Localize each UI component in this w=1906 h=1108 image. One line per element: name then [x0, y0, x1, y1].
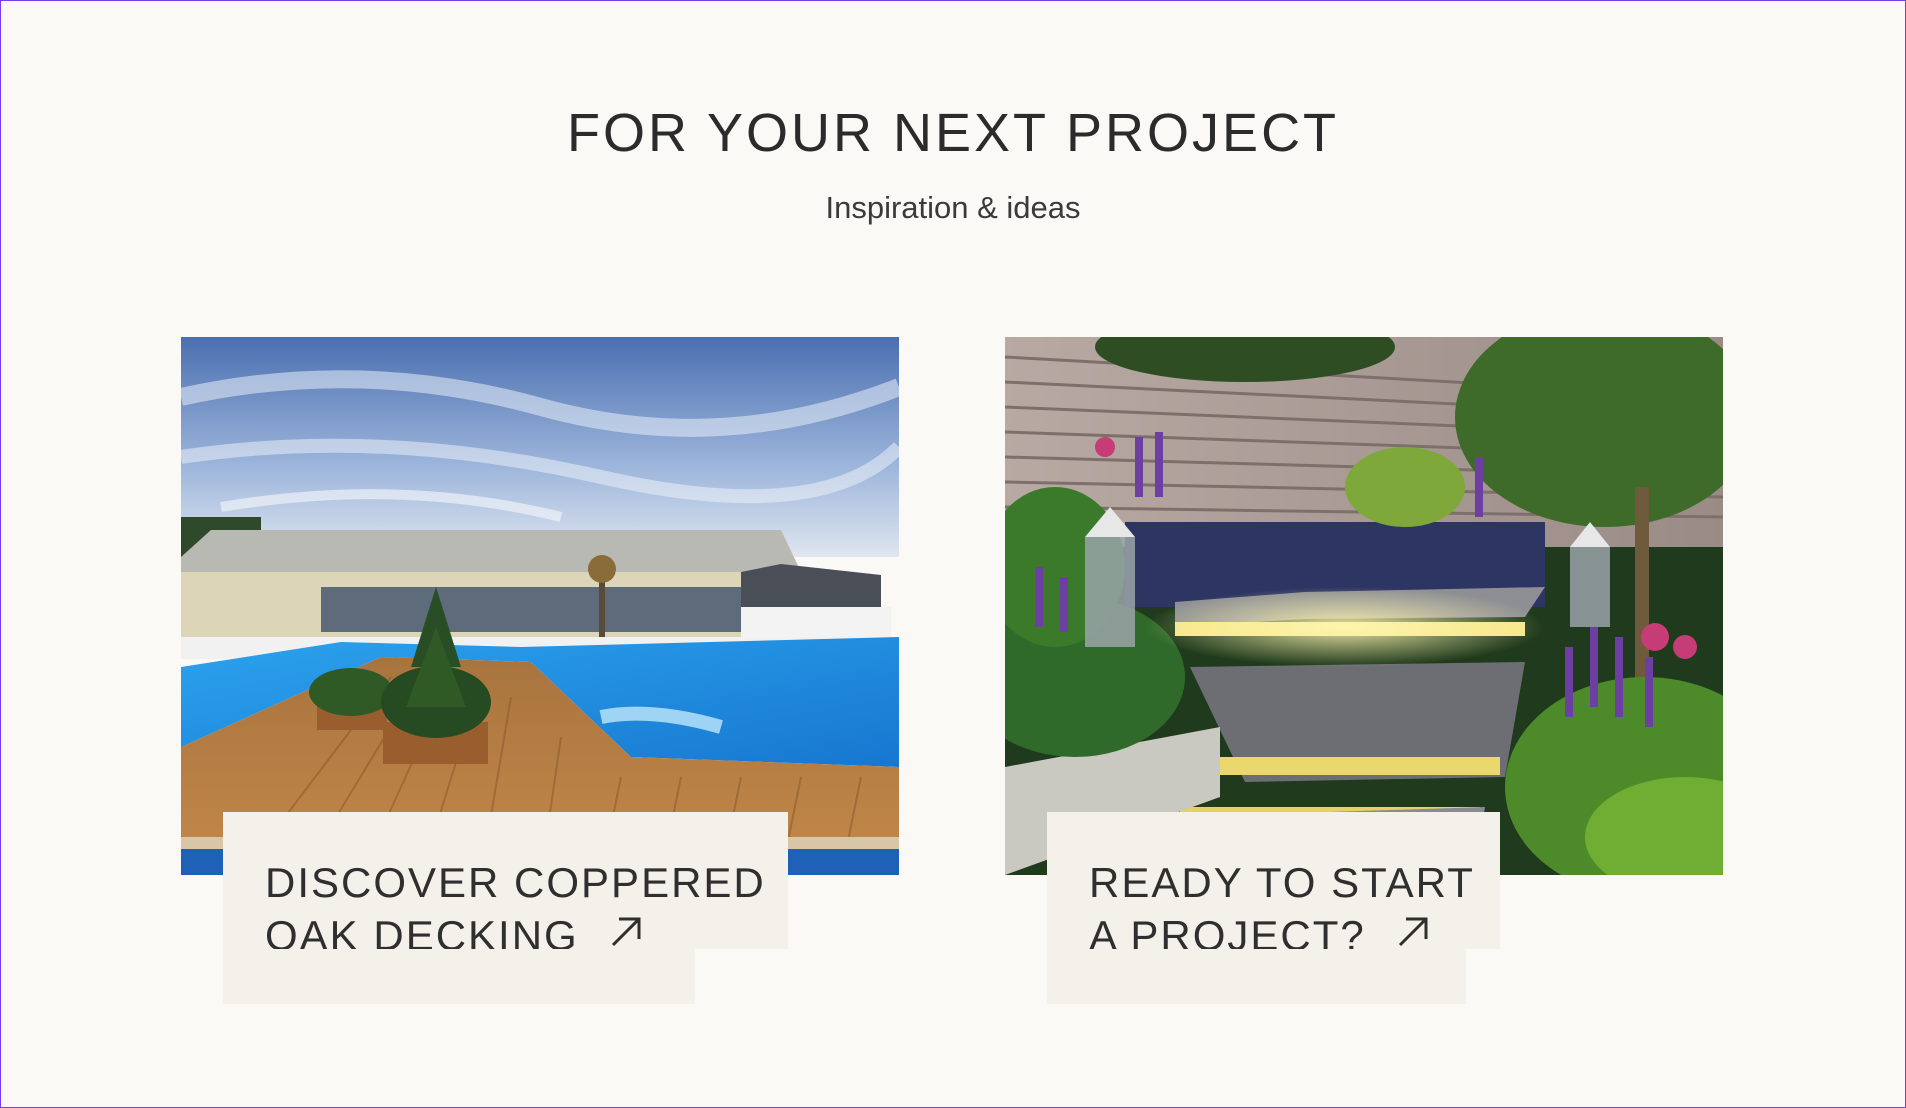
cta-text: READY TO START A PROJECT?	[1089, 856, 1475, 962]
pool-decking-image[interactable]	[181, 337, 899, 875]
cta-box-bottom-right	[1047, 949, 1466, 1004]
cta-text: DISCOVER COPPERED OAK DECKING	[265, 856, 766, 962]
section-title: FOR YOUR NEXT PROJECT	[566, 103, 1340, 163]
cta-box-bottom-left	[223, 949, 695, 1004]
ready-to-start-project-link[interactable]: READY TO START A PROJECT?	[1047, 812, 1500, 959]
cta-line-1: DISCOVER COPPERED	[265, 859, 766, 906]
section-subtitle: Inspiration & ideas	[825, 190, 1081, 225]
discover-coppered-oak-decking-link[interactable]: DISCOVER COPPERED OAK DECKING	[223, 812, 788, 959]
garden-project-image[interactable]	[1005, 337, 1723, 875]
cta-line-1: READY TO START	[1089, 859, 1475, 906]
